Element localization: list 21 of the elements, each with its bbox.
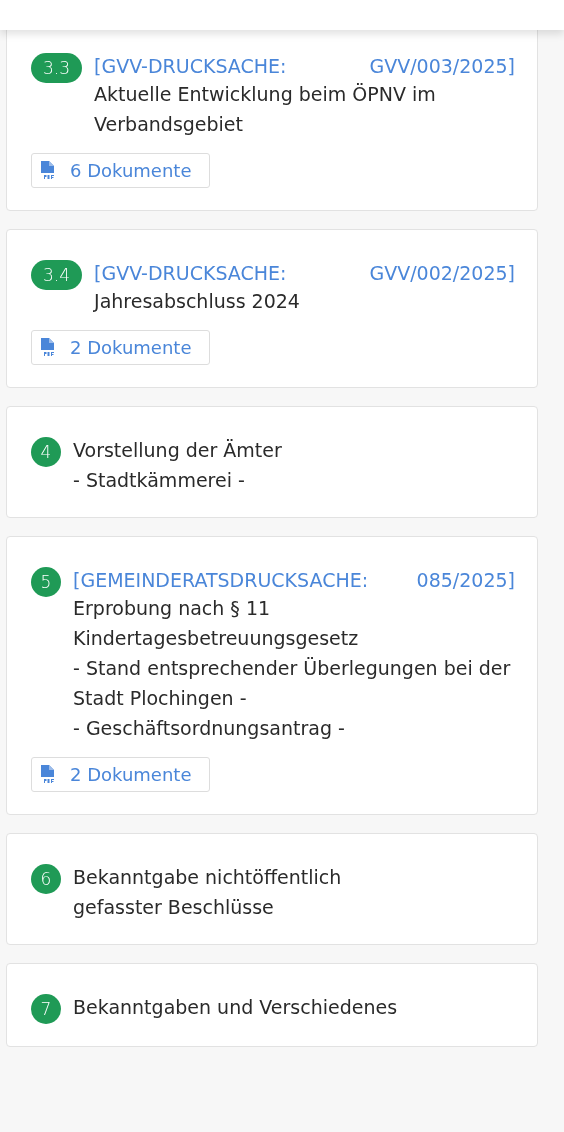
documents-button[interactable]: 6 Dokumente xyxy=(31,153,211,188)
item-number-badge: 3.3 xyxy=(31,53,83,83)
agenda-item-title: Bekanntgabe nichtöffentlich gefasster Beschlüsse xyxy=(73,865,343,920)
pdf-file-icon xyxy=(40,337,56,358)
document-reference-link[interactable]: [GEMEINDERATSDRUCKSACHE: 085/2025] xyxy=(73,565,515,595)
document-reference-link[interactable]: [GVV-DRUCKSACHE: GVV/002/2025] xyxy=(94,258,515,288)
item-number-badge: 4 xyxy=(31,437,61,467)
document-reference-link[interactable]: [GVV-DRUCKSACHE: GVV/003/2025] xyxy=(94,51,515,81)
item-number-badge: 5 xyxy=(31,567,61,597)
documents-button[interactable]: 2 Dokumente xyxy=(31,330,211,365)
item-number-badge: 7 xyxy=(31,994,61,1024)
pdf-file-icon xyxy=(40,764,56,785)
pdf-file-icon xyxy=(40,160,56,181)
item-number-badge: 6 xyxy=(31,864,61,894)
agenda-item-title: Jahresabschluss 2024 xyxy=(94,289,301,314)
agenda-item-title: Bekanntgaben und Verschiedenes xyxy=(73,995,399,1020)
agenda-item-title: Vorstellung der Ämter - Stadtkämmerei - xyxy=(73,438,283,493)
item-number-badge: 3.4 xyxy=(31,260,83,290)
documents-button[interactable]: 2 Dokumente xyxy=(31,757,211,792)
agenda-item-title: Aktuelle Entwicklung beim ÖPNV im Verbandsgebiet xyxy=(94,82,437,137)
agenda-item-title: Erprobung nach § 11 Kindertagesbetreuungsgesetz - Stand entsprechender Überlegungen bei der Stadt Plochingen - - Geschäftsordnungsantrag - xyxy=(73,596,512,741)
